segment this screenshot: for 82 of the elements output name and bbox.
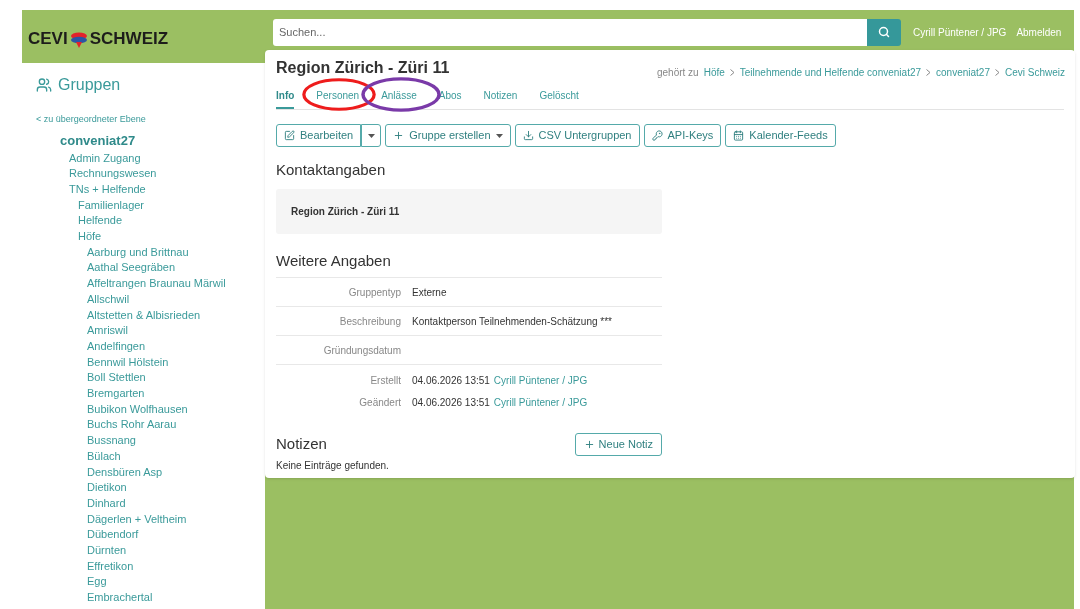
tree-link[interactable]: TNs + Helfende [69, 182, 146, 195]
breadcrumb-link[interactable]: Cevi Schweiz [1004, 65, 1065, 80]
belongs-to-label: gehört zu [656, 66, 699, 80]
chevron-icon [926, 69, 932, 76]
search-icon [878, 26, 890, 38]
tree-link[interactable]: Helfende [78, 214, 123, 227]
detail-value: Externe [412, 285, 447, 300]
parent-level-link[interactable]: < zu übergeordneter Ebene [36, 113, 265, 127]
section-heading: Kontaktangaben [276, 160, 387, 180]
tree-link[interactable]: Altstetten & Albisrieden [87, 308, 201, 321]
tree-link[interactable]: Dübendorf [87, 528, 139, 541]
download-icon [522, 130, 534, 141]
group-icon [36, 77, 52, 93]
edit-icon [284, 130, 295, 141]
chevron-icon [729, 69, 735, 76]
tree-link[interactable]: Bubikon Wolfhausen [87, 402, 188, 415]
tree-link[interactable]: Dinhard [87, 496, 126, 509]
sidebar-title: Gruppen [58, 75, 121, 95]
dropdown-button[interactable] [361, 124, 382, 147]
detail-value: 04.06.2026 13:51 [412, 373, 490, 388]
page-title: Region Zürich - Züri 11 [276, 59, 450, 77]
tree-link[interactable]: Effretikon [87, 559, 134, 572]
detail-value: 04.06.2026 13:51 [412, 395, 490, 410]
tree-link[interactable]: Egg [87, 575, 107, 588]
breadcrumb-link[interactable]: conveniat27 [936, 65, 990, 80]
detail-label: Beschreibung [338, 314, 401, 329]
tree-link[interactable]: Affeltrangen Braunau Märwil [87, 277, 226, 290]
tree-link[interactable]: Boll Stettlen [87, 371, 146, 384]
tree-link[interactable]: Rechnungswesen [69, 167, 157, 180]
caret-icon [367, 133, 375, 138]
tree-link[interactable]: Buchs Rohr Aarau [87, 418, 177, 431]
tree-link[interactable]: conveniat27 [60, 132, 136, 148]
tree-link[interactable]: Densbüren Asp [87, 465, 163, 478]
breadcrumb-link[interactable]: Teilnehmende und Helfende conveniat27 [739, 65, 922, 80]
tree-link[interactable]: Dürnten [87, 544, 127, 557]
tab[interactable]: Notizen [483, 88, 518, 109]
section-heading: Notizen [276, 434, 327, 455]
detail-label: Gruppentyp [347, 285, 401, 300]
toolbar-button[interactable]: CSV Untergruppen [514, 124, 640, 147]
tree-link[interactable]: Höfe [78, 230, 102, 242]
tree-link[interactable]: Bussnang [87, 434, 136, 447]
user-link[interactable]: Cyrill Püntener / JPG [493, 372, 588, 388]
tree-link[interactable]: Bennwil Hölstein [87, 355, 169, 368]
user-link[interactable]: Cyrill Püntener / JPG [913, 24, 1007, 40]
logo[interactable]: CEVI SCHWEIZ [28, 25, 169, 52]
tree-link[interactable]: Admin Zugang [69, 151, 141, 164]
logout-link[interactable]: Abmelden [1016, 24, 1062, 40]
new-note-button[interactable]: Neue Notiz [574, 433, 662, 456]
toolbar-button[interactable]: Gruppe erstellen [385, 124, 511, 147]
tree-link[interactable]: Aathal Seegräben [87, 261, 176, 274]
toolbar-button[interactable]: Kalender-Feeds [725, 124, 836, 147]
search-button[interactable] [867, 18, 901, 46]
tree-link[interactable]: Familienlager [78, 198, 145, 211]
detail-label: Erstellt [369, 373, 401, 388]
contact-name: Region Zürich - Züri 11 [291, 204, 400, 219]
tree-link[interactable]: Bremgarten [87, 387, 145, 400]
tree-link[interactable]: Aarburg und Brittnau [87, 245, 189, 258]
section-heading: Weitere Angaben [276, 250, 392, 271]
tree-link[interactable]: Bülach [87, 449, 121, 462]
toolbar-button[interactable]: Bearbeiten [276, 124, 362, 147]
empty-notes-text: Keine Einträge gefunden. [276, 459, 390, 473]
toolbar-button[interactable]: API-Keys [643, 124, 722, 147]
tree-link[interactable]: Embrachertal [87, 591, 153, 604]
detail-label: Gründungsdatum [322, 343, 401, 358]
tree-link[interactable]: Dietikon [87, 481, 127, 494]
caret-icon [495, 133, 503, 138]
user-link[interactable]: Cyrill Püntener / JPG [493, 394, 588, 410]
search-field[interactable]: Suchen... [273, 18, 867, 46]
calendar-icon [733, 130, 745, 141]
plus-icon [583, 439, 595, 450]
tree-link[interactable]: Allschwil [87, 292, 130, 305]
tree-link[interactable]: Andelfingen [87, 339, 146, 352]
tree-link[interactable]: Dägerlen + Veltheim [87, 512, 187, 525]
tab[interactable]: Gelöscht [539, 88, 579, 109]
chevron-icon [994, 69, 1000, 76]
detail-label: Geändert [358, 395, 401, 410]
plus-icon [393, 130, 405, 141]
breadcrumb-link[interactable]: Höfe [703, 65, 725, 80]
tree-link[interactable]: Amriswil [87, 324, 128, 337]
tab[interactable]: Info [276, 88, 295, 109]
key-icon [651, 130, 663, 141]
detail-value: Kontaktperson Teilnehmenden-Schätzung *** [412, 314, 612, 329]
